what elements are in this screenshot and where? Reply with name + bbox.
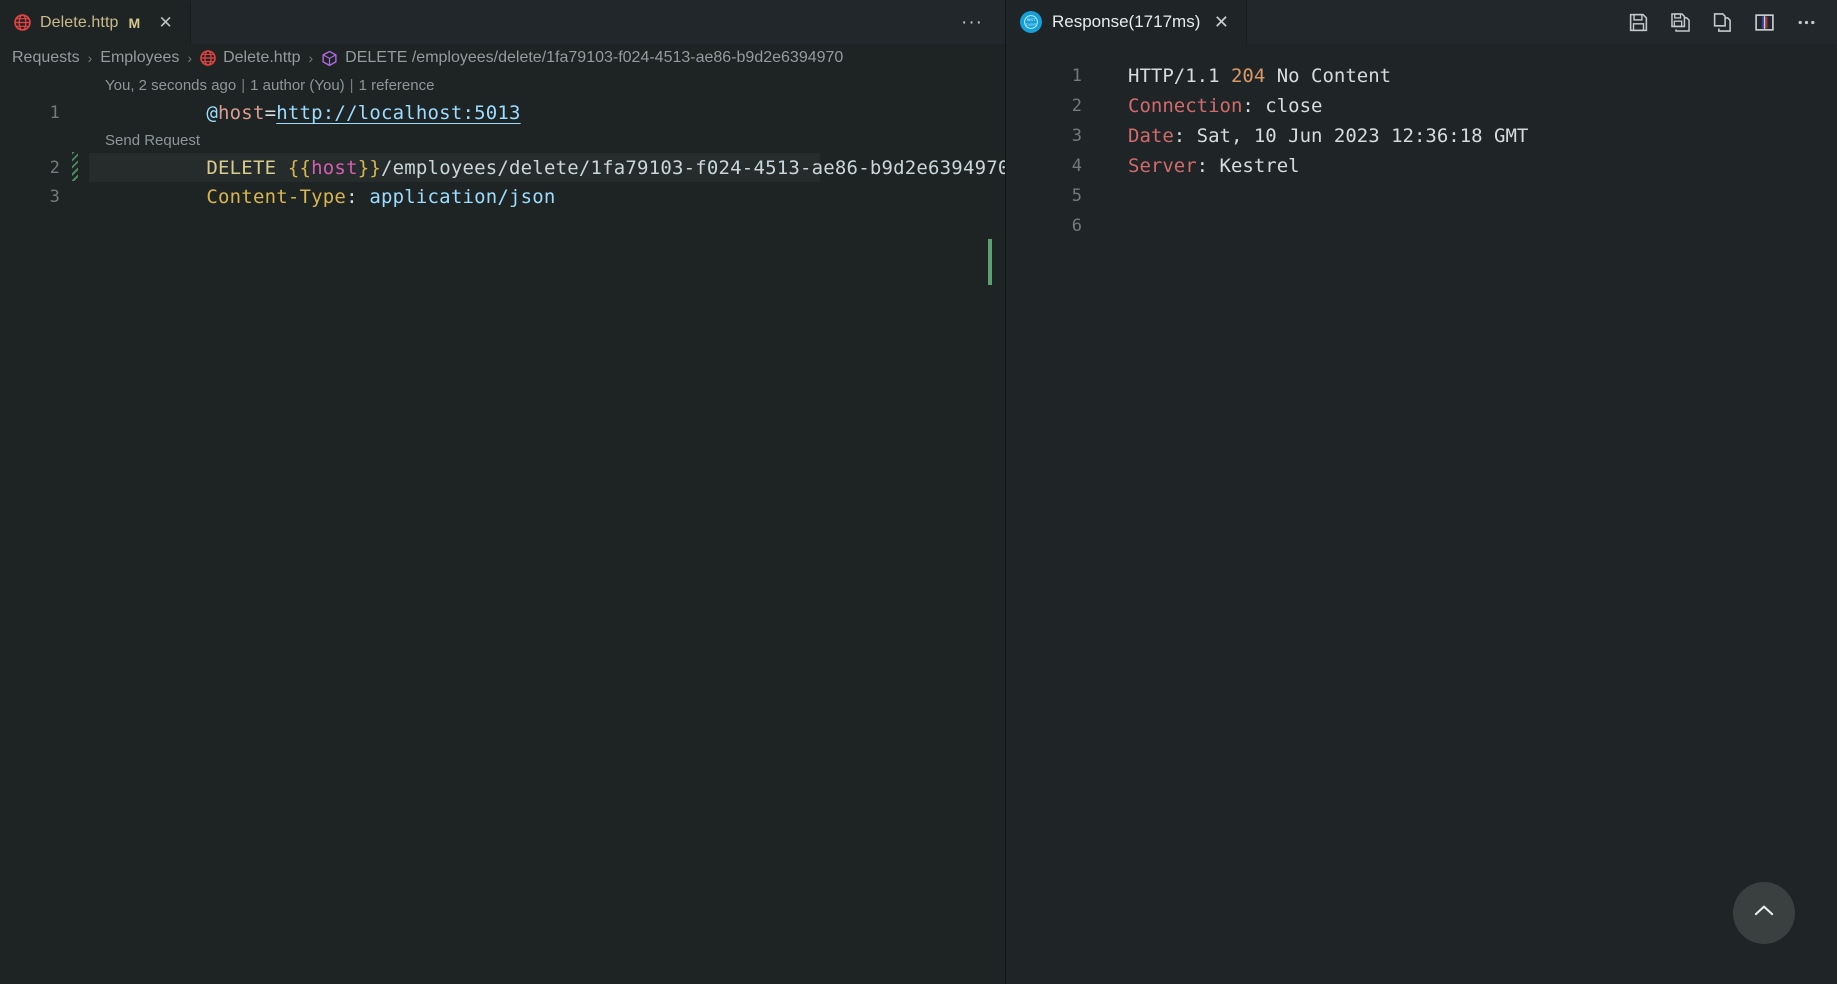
- response-tab[interactable]: REST CLIENT Response(1717ms) ✕: [1006, 0, 1248, 44]
- text-cursor: [988, 239, 992, 285]
- token-at-sign: @: [206, 101, 219, 124]
- token-header-name: Connection: [1128, 95, 1243, 117]
- token-variable-name: host: [218, 101, 265, 124]
- token-header-colon: :: [346, 185, 370, 208]
- copy-icon[interactable]: [1709, 9, 1735, 35]
- token-header-name: Date: [1128, 125, 1174, 147]
- line-number: 1: [49, 102, 60, 123]
- response-line-2: 2 Connection: close: [1006, 91, 1837, 121]
- token-header-value: application/json: [369, 185, 556, 208]
- editor-tab-dirty-marker: M: [128, 14, 141, 31]
- symbol-cube-icon: [321, 50, 338, 67]
- editor-code-area[interactable]: You, 2 seconds ago | 1 author (You) | 1 …: [0, 72, 1005, 984]
- token-header-value: : close: [1242, 95, 1323, 117]
- response-line-3: 3 Date: Sat, 10 Jun 2023 12:36:18 GMT: [1006, 121, 1837, 151]
- line-number: 5: [1071, 186, 1082, 206]
- save-icon[interactable]: [1625, 9, 1651, 35]
- breadcrumb-separator: ›: [87, 50, 93, 66]
- save-all-icon[interactable]: [1667, 9, 1693, 35]
- breadcrumb-item-employees[interactable]: Employees: [100, 49, 179, 67]
- response-group-right: REST CLIENT Response(1717ms) ✕ 1 HTTP/1.…: [1006, 0, 1837, 984]
- code-line-3[interactable]: 3 Content-Type: application/json: [0, 182, 1005, 211]
- token-http-version: HTTP/1.1: [1128, 65, 1231, 87]
- response-line-1: 1 HTTP/1.1 204 No Content: [1006, 61, 1837, 91]
- response-line-5: 5: [1006, 181, 1837, 211]
- token-status-code: 204: [1230, 65, 1266, 87]
- response-body[interactable]: 1 HTTP/1.1 204 No Content 2 Connection: …: [1006, 44, 1837, 984]
- line-number: 2: [49, 157, 60, 178]
- line-number: 6: [1071, 216, 1082, 236]
- response-line-3-content: Date: Sat, 10 Jun 2023 12:36:18 GMT: [1096, 125, 1528, 147]
- code-line-3-content: Content-Type: application/json: [72, 164, 556, 230]
- breadcrumb: Requests › Employees › Delete.http › DEL…: [0, 44, 1005, 72]
- response-line-2-content: Connection: close: [1096, 95, 1322, 117]
- editor-tabbar-actions: ···: [957, 0, 1005, 44]
- rest-client-icon: REST CLIENT: [1020, 11, 1042, 33]
- editor-tab-delete-http[interactable]: Delete.http M ✕: [0, 0, 192, 44]
- breadcrumb-separator: ›: [187, 50, 193, 66]
- svg-text:CLIENT: CLIENT: [1026, 22, 1037, 26]
- response-tabbar: REST CLIENT Response(1717ms) ✕: [1006, 0, 1837, 44]
- response-toolbar: [1247, 0, 1837, 44]
- token-header-name: Server: [1128, 155, 1197, 177]
- code-line-1[interactable]: 1 @host=http://localhost:5013: [0, 98, 1005, 127]
- line-number: 1: [1071, 66, 1082, 86]
- globe-icon: [14, 14, 31, 31]
- response-line-6: 6: [1006, 211, 1837, 241]
- tabbar-empty-space: [191, 0, 957, 44]
- breadcrumb-item-symbol[interactable]: DELETE /employees/delete/1fa79103-f024-4…: [321, 49, 843, 67]
- scroll-to-top-button[interactable]: [1733, 882, 1795, 944]
- token-header-value: : Sat, 10 Jun 2023 12:36:18 GMT: [1173, 125, 1529, 147]
- editor-group-left: Delete.http M ✕ ··· Requests › Employees…: [0, 0, 1006, 984]
- close-icon[interactable]: ✕: [1210, 11, 1232, 33]
- response-tab-label: Response(1717ms): [1052, 12, 1201, 31]
- breadcrumb-symbol-label: DELETE /employees/delete/1fa79103-f024-4…: [345, 49, 844, 66]
- more-actions-icon[interactable]: [1793, 9, 1819, 35]
- response-line-1-content: HTTP/1.1 204 No Content: [1096, 65, 1391, 87]
- line-number: 4: [1071, 156, 1082, 176]
- token-header-name: Content-Type: [206, 185, 347, 208]
- token-header-value: : Kestrel: [1196, 155, 1300, 177]
- token-status-text: No Content: [1265, 65, 1392, 87]
- breadcrumb-item-requests[interactable]: Requests: [12, 49, 80, 67]
- breadcrumb-separator: ›: [308, 50, 314, 66]
- editor-tab-label: Delete.http: [40, 13, 119, 31]
- response-line-4-content: Server: Kestrel: [1096, 155, 1300, 177]
- close-icon[interactable]: ✕: [155, 12, 176, 33]
- chevron-up-icon: [1749, 896, 1779, 930]
- breadcrumb-file-label: Delete.http: [223, 49, 301, 66]
- line-number: 3: [1071, 126, 1082, 146]
- token-equals: =: [264, 101, 277, 124]
- token-host-url[interactable]: http://localhost:5013: [276, 102, 520, 124]
- line-number: 3: [49, 186, 60, 207]
- globe-icon: [200, 50, 216, 66]
- editor-tabbar: Delete.http M ✕ ···: [0, 0, 1005, 44]
- line-number: 2: [1071, 96, 1082, 116]
- breadcrumb-item-file[interactable]: Delete.http: [200, 49, 300, 67]
- more-actions-icon[interactable]: ···: [957, 7, 987, 37]
- split-editor-icon[interactable]: [1751, 9, 1777, 35]
- response-line-4: 4 Server: Kestrel: [1006, 151, 1837, 181]
- vscode-window: Delete.http M ✕ ··· Requests › Employees…: [0, 0, 1837, 984]
